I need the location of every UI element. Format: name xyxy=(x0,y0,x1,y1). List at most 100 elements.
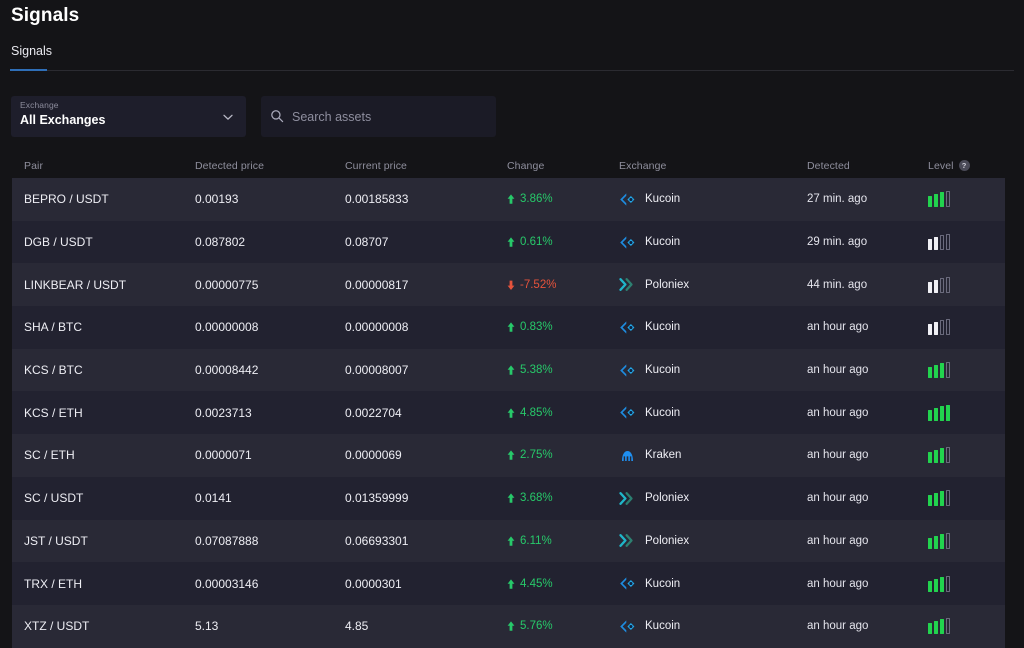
level-bar xyxy=(928,196,932,208)
level-bar xyxy=(940,277,944,293)
level-bar xyxy=(934,535,938,549)
level-bar xyxy=(940,533,944,549)
level-indicator xyxy=(928,575,1005,592)
level-bar xyxy=(946,276,950,293)
level-bar xyxy=(928,409,932,421)
cell-detected: 29 min. ago xyxy=(807,236,868,249)
cell-detected-price: 0.0000071 xyxy=(195,448,252,463)
level-indicator xyxy=(928,234,1005,251)
kucoin-icon xyxy=(619,575,636,592)
level-bar xyxy=(946,490,950,507)
poloniex-icon xyxy=(619,532,636,549)
level-bar xyxy=(928,580,932,592)
tab-active-indicator xyxy=(10,69,47,71)
cell-exchange: Poloniex xyxy=(619,276,807,293)
level-bar xyxy=(940,405,944,421)
level-bar xyxy=(934,237,938,251)
cell-pair: SC / USDT xyxy=(24,491,84,506)
cell-current-price: 0.0000069 xyxy=(345,448,402,463)
cell-change: -7.52% xyxy=(507,279,619,291)
level-bar xyxy=(934,194,938,208)
change-value: -7.52% xyxy=(520,278,557,291)
change-value: 3.86% xyxy=(520,193,553,206)
table-row[interactable]: KCS / BTC 0.00008442 0.00008007 5.38% Kucoin… xyxy=(12,348,1005,392)
cell-exchange: Kucoin xyxy=(619,319,807,336)
arrow-up-icon xyxy=(507,408,515,418)
column-header-level-label: Level xyxy=(928,159,954,172)
arrow-up-icon xyxy=(507,194,515,205)
level-indicator xyxy=(928,532,1005,549)
table-row[interactable]: JST / USDT 0.07087888 0.06693301 6.11% Polon… xyxy=(12,519,1005,563)
level-bar xyxy=(940,192,944,208)
kraken-icon xyxy=(619,447,636,464)
column-header-current-price: Current price xyxy=(345,159,407,172)
change-value: 4.85% xyxy=(520,406,553,419)
table-row[interactable]: SC / USDT 0.0141 0.01359999 3.68% Poloniex an… xyxy=(12,476,1005,520)
level-indicator xyxy=(928,447,1005,464)
exchange-name: Kucoin xyxy=(645,364,681,377)
cell-pair: BEPRO / USDT xyxy=(24,192,109,207)
exchange-name: Kucoin xyxy=(645,321,681,334)
cell-detected-price: 0.087802 xyxy=(195,235,246,250)
cell-change: 4.45% xyxy=(507,578,619,590)
exchange-name: Poloniex xyxy=(645,278,690,291)
table-row[interactable]: XTZ / USDT 5.13 4.85 5.76% Kucoin an hour ago xyxy=(12,604,1005,648)
poloniex-icon xyxy=(619,276,636,293)
exchange-select[interactable]: Exchange All Exchanges xyxy=(11,96,246,137)
cell-level xyxy=(928,191,1005,208)
level-bar xyxy=(934,365,938,379)
cell-detected-price: 0.07087888 xyxy=(195,533,259,548)
change-value: 5.38% xyxy=(520,364,553,377)
table-row[interactable]: BEPRO / USDT 0.00193 0.00185833 3.86% Kucoin… xyxy=(12,178,1005,221)
table-row[interactable]: LINKBEAR / USDT 0.00000775 0.00000817 -7.52… xyxy=(12,263,1005,307)
level-bar xyxy=(940,491,944,507)
cell-detected: an hour ago xyxy=(807,620,869,633)
level-indicator xyxy=(928,362,1005,379)
cell-pair: LINKBEAR / USDT xyxy=(24,277,127,292)
kucoin-icon xyxy=(619,319,636,336)
tab-signals[interactable]: Signals xyxy=(11,44,52,71)
cell-exchange: Kucoin xyxy=(619,362,807,379)
search-input[interactable] xyxy=(292,96,488,137)
table-row[interactable]: SC / ETH 0.0000071 0.0000069 2.75% Kraken an … xyxy=(12,434,1005,477)
cell-detected-price: 0.00008442 xyxy=(195,363,259,378)
level-bar xyxy=(928,537,932,549)
help-icon[interactable]: ? xyxy=(958,160,970,171)
cell-detected-price: 5.13 xyxy=(195,619,219,634)
cell-exchange: Kucoin xyxy=(619,575,807,592)
cell-level xyxy=(928,447,1005,464)
table-row[interactable]: DGB / USDT 0.087802 0.08707 0.61% Kucoin 29 m… xyxy=(12,220,1005,264)
arrow-up-icon xyxy=(507,322,515,333)
cell-exchange: Kucoin xyxy=(619,234,807,251)
cell-current-price: 0.0022704 xyxy=(345,405,402,420)
arrow-up-icon xyxy=(507,621,515,632)
level-indicator xyxy=(928,404,1005,421)
cell-detected-price: 0.00000775 xyxy=(195,277,259,292)
level-bar xyxy=(946,404,950,421)
table-row[interactable]: TRX / ETH 0.00003146 0.0000301 4.45% Kucoin a… xyxy=(12,562,1005,605)
level-bar xyxy=(940,448,944,464)
cell-exchange: Poloniex xyxy=(619,490,807,507)
column-header-level: Level ? xyxy=(928,160,1005,172)
cell-detected-price: 0.00003146 xyxy=(195,576,259,591)
signals-table: Pair Detected price Current price Change… xyxy=(12,153,1005,648)
level-bar xyxy=(946,191,950,208)
search-assets-box[interactable] xyxy=(261,96,496,137)
change-value: 0.61% xyxy=(520,236,553,249)
table-row[interactable]: KCS / ETH 0.0023713 0.0022704 4.85% Kucoin an… xyxy=(12,391,1005,435)
poloniex-icon xyxy=(619,490,636,507)
table-row[interactable]: SHA / BTC 0.00000008 0.00000008 0.83% Kucoin… xyxy=(12,306,1005,349)
level-bar xyxy=(928,623,932,635)
change-value: 4.45% xyxy=(520,577,553,590)
cell-level xyxy=(928,362,1005,379)
cell-current-price: 0.00000817 xyxy=(345,277,409,292)
arrow-up-icon xyxy=(507,450,515,461)
cell-level xyxy=(928,575,1005,592)
level-bar xyxy=(940,576,944,592)
search-icon xyxy=(270,109,284,123)
exchange-name: Poloniex xyxy=(645,534,690,547)
arrow-up-icon xyxy=(507,536,515,546)
level-bar xyxy=(928,367,932,379)
column-header-change: Change xyxy=(507,159,545,172)
cell-detected: an hour ago xyxy=(807,534,869,547)
